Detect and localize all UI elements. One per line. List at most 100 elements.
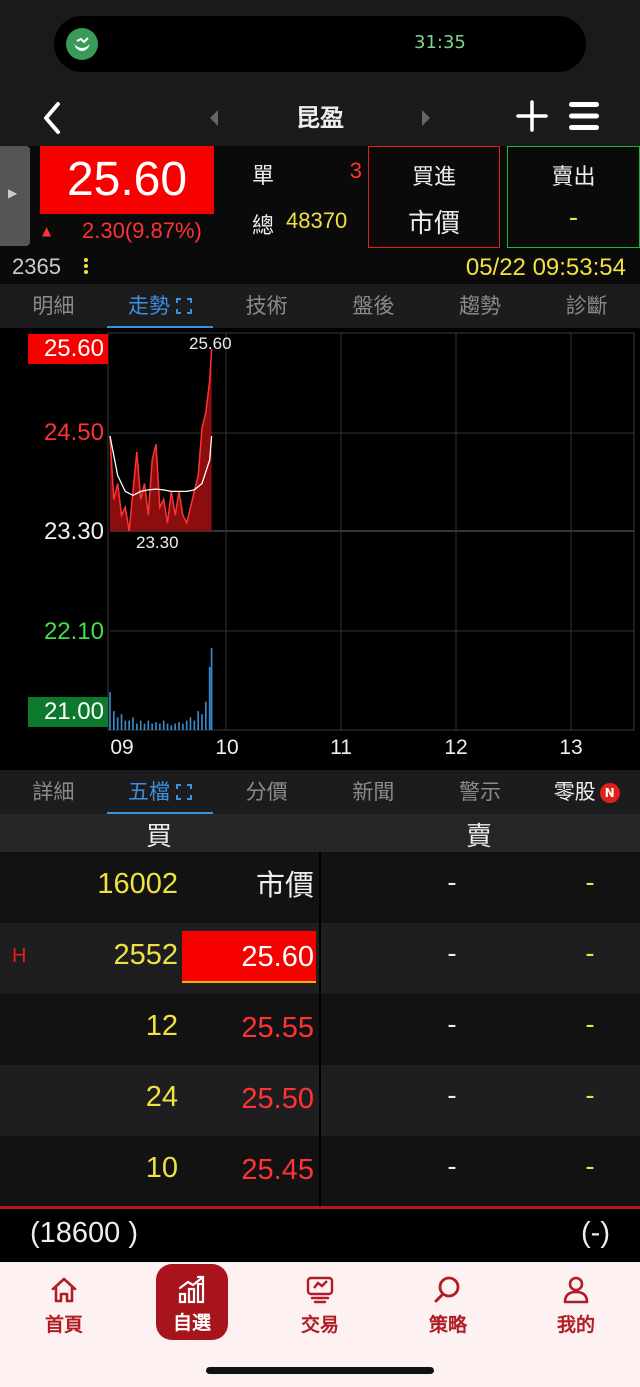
unit-volume-value: 3	[349, 158, 362, 183]
sell-price-button[interactable]: 賣出 -	[507, 146, 640, 248]
sell-title: 賣出	[551, 165, 596, 190]
code-time-row: 2365 05/22 09:53:54	[0, 252, 640, 284]
bid-price[interactable]: 25.55	[182, 1002, 316, 1054]
order-book-header: 買 賣	[0, 814, 640, 852]
menu-button[interactable]	[566, 98, 602, 134]
tab-technical[interactable]: 技術	[213, 284, 320, 328]
caret-left-icon	[210, 110, 218, 126]
user-icon	[563, 1276, 589, 1304]
sell-value: -	[568, 203, 579, 233]
previous-stock-button[interactable]	[206, 106, 222, 130]
x-tick-label: 13	[559, 736, 583, 759]
price-change: 2.30(9.87%)	[82, 218, 202, 243]
ask-volume: -	[585, 868, 595, 898]
quote-timestamp: 05/22 09:53:54	[465, 254, 626, 281]
home-indicator	[206, 1367, 434, 1374]
last-price-box: 25.60	[40, 146, 214, 214]
y-tick-label: 21.00	[28, 697, 108, 727]
island-timer: 31:35	[414, 32, 466, 53]
up-arrow-icon: ▲	[42, 224, 52, 238]
order-book-divider	[319, 852, 321, 1206]
tab-price-distribution[interactable]: 分價	[213, 770, 320, 814]
tab-diagnosis[interactable]: 診斷	[533, 284, 640, 328]
fullscreen-icon[interactable]	[176, 298, 192, 314]
stock-code[interactable]: 2365	[12, 254, 61, 280]
tab-after-hours[interactable]: 盤後	[320, 284, 427, 328]
tab-five-levels[interactable]: 五檔	[106, 770, 214, 814]
ask-volume: -	[585, 1010, 595, 1040]
y-tick-label: 22.10	[43, 618, 104, 645]
y-tick-label: 25.60	[28, 334, 108, 364]
buy-title: 買進	[411, 165, 456, 190]
nav-profile[interactable]: 我的	[531, 1270, 621, 1342]
nav-watchlist[interactable]: 自選	[156, 1264, 228, 1340]
buy-value: 市價	[407, 209, 460, 239]
plus-icon	[516, 100, 548, 132]
bid-price[interactable]: 市價	[182, 860, 316, 912]
x-tick-label: 12	[444, 736, 468, 759]
sell-header: 賣	[466, 822, 493, 852]
chart-bar-icon	[178, 1275, 205, 1304]
tab-trends[interactable]: 趨勢	[427, 284, 534, 328]
nav-trade[interactable]: 交易	[275, 1270, 365, 1342]
side-drawer-tab[interactable]: ▶	[0, 146, 30, 246]
x-tick-label: 10	[215, 736, 239, 759]
nav-home[interactable]: 首頁	[19, 1270, 109, 1342]
ask-volume: -	[585, 939, 595, 969]
quote-header: ▶ 25.60 ▲ 2.30(9.87%) 單 3 總 48370 買進 市價 …	[0, 146, 640, 252]
total-volume-label: 總	[252, 214, 275, 239]
ask-price[interactable]: -	[400, 1010, 504, 1040]
bid-price[interactable]: 25.50	[182, 1073, 316, 1125]
tab-news[interactable]: 新聞	[320, 770, 427, 814]
ask-price[interactable]: -	[400, 939, 504, 969]
quote-detail-tabs: 詳細 五檔 分價 新聞 警示 零股 N	[0, 770, 640, 814]
x-tick-label: 11	[330, 736, 352, 759]
tab-trend[interactable]: 走勢	[106, 284, 214, 328]
back-button[interactable]	[36, 98, 76, 138]
order-book-totals: (18600 ) (-)	[0, 1206, 640, 1262]
y-tick-label: 24.50	[43, 419, 104, 446]
tab-odd-lot[interactable]: 零股 N	[533, 770, 640, 814]
back-arrow-icon	[44, 102, 60, 134]
bid-volume: 16002	[97, 868, 178, 900]
last-price: 25.60	[66, 153, 188, 206]
caret-right-icon	[422, 110, 430, 126]
add-watchlist-button[interactable]	[514, 98, 550, 134]
x-tick-label: 09	[110, 736, 134, 759]
more-vertical-icon[interactable]	[84, 258, 88, 274]
dynamic-island[interactable]: 31:35	[54, 16, 586, 72]
intraday-chart[interactable]: 25.60 24.50 23.30 22.10 21.00 25.60 23.3…	[0, 328, 640, 770]
ask-price[interactable]: -	[400, 1081, 504, 1111]
new-badge: N	[599, 783, 620, 803]
next-stock-button[interactable]	[418, 106, 434, 130]
y-tick-label: 23.30	[43, 518, 104, 545]
ask-price[interactable]: -	[400, 1152, 504, 1182]
bid-volume: 10	[145, 1152, 178, 1184]
total-volume-value: 48370	[286, 208, 348, 233]
bid-volume: 2552	[113, 939, 178, 971]
search-icon	[434, 1276, 460, 1303]
ask-volume: -	[585, 1081, 595, 1111]
total-bid-volume: (18600 )	[30, 1217, 139, 1249]
hamburger-menu-icon	[569, 102, 599, 130]
trade-icon	[306, 1276, 334, 1304]
tab-detail[interactable]: 詳細	[0, 770, 107, 814]
bid-price[interactable]: 25.45	[182, 1144, 316, 1196]
status-bar: 31:35	[0, 0, 640, 90]
high-annotation: 25.60	[189, 334, 232, 353]
ask-price[interactable]: -	[400, 868, 504, 898]
ask-volume: -	[585, 1152, 595, 1182]
tab-alerts[interactable]: 警示	[427, 770, 534, 814]
fullscreen-icon[interactable]	[176, 784, 192, 800]
tab-details[interactable]: 明細	[0, 284, 107, 328]
low-annotation: 23.30	[136, 533, 179, 552]
buy-price-button[interactable]: 買進 市價	[368, 146, 500, 248]
unit-volume-label: 單	[252, 164, 275, 189]
bid-price[interactable]: 25.60	[182, 931, 316, 983]
nav-bar: 昆盈	[0, 90, 640, 146]
chart-tabs: 明細 走勢 技術 盤後 趨勢 診斷	[0, 284, 640, 328]
bid-volume: 24	[145, 1081, 178, 1113]
app-status-icon	[66, 28, 98, 60]
row-marker: H	[12, 945, 27, 967]
nav-strategy[interactable]: 策略	[403, 1270, 493, 1342]
